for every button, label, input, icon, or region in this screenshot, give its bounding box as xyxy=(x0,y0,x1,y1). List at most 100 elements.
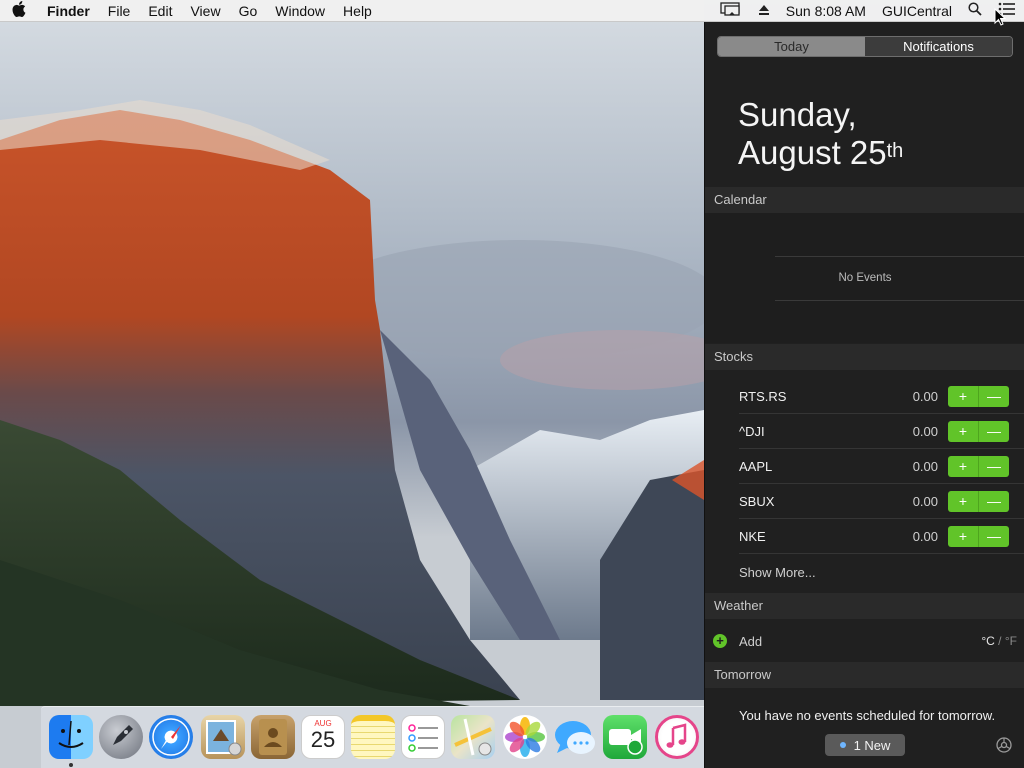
stock-value: 0.00 xyxy=(912,388,938,404)
calendar-no-events: No Events xyxy=(838,272,892,284)
weather-add-row: + Add °C / °F xyxy=(713,631,1017,651)
dock-mail-icon[interactable] xyxy=(201,715,245,759)
stock-plus-sign: + xyxy=(958,527,968,544)
rocket-icon xyxy=(113,725,133,745)
weather-units-toggle[interactable]: °C / °F xyxy=(981,634,1017,648)
tab-today[interactable]: Today xyxy=(718,37,865,56)
menubar-user[interactable]: GUICentral xyxy=(874,0,960,22)
app-menu-finder[interactable]: Finder xyxy=(38,0,99,22)
stock-value: 0.00 xyxy=(912,493,938,509)
gear-icon[interactable] xyxy=(995,736,1013,754)
dock-safari-icon[interactable] xyxy=(149,715,193,759)
date-weekday: Sunday, xyxy=(738,96,857,133)
stock-value: 0.00 xyxy=(912,423,938,439)
apple-logo-icon xyxy=(12,0,26,17)
stock-minus-sign: — xyxy=(987,492,1001,509)
finder-running-indicator xyxy=(69,763,73,767)
dock-maps-icon[interactable] xyxy=(451,715,495,759)
stock-value: 0.00 xyxy=(912,528,938,544)
unit-separator: / xyxy=(994,634,1005,648)
new-indicator-dot xyxy=(839,742,846,748)
dock-messages-icon[interactable] xyxy=(553,715,597,759)
notification-center-panel: Today Notifications Sunday, August 25th … xyxy=(704,22,1024,768)
stock-symbol: NKE xyxy=(739,528,766,544)
status-area: Sun 8:08 AM GUICentral xyxy=(712,0,1024,22)
eject-button[interactable] xyxy=(750,0,778,22)
calendar-divider xyxy=(775,300,1024,301)
date-ordinal-suffix: th xyxy=(886,140,904,162)
menu-bar: Finder File Edit View Go Window Help Sun… xyxy=(0,0,1024,22)
eject-icon xyxy=(758,4,769,15)
stock-minus-sign: — xyxy=(987,387,1001,404)
mouse-cursor-icon xyxy=(994,8,1006,26)
dock-itunes-icon[interactable] xyxy=(655,715,699,759)
stamp-eagle-icon xyxy=(206,720,242,756)
dock-facetime-icon[interactable] xyxy=(603,715,647,759)
airplay-display-icon xyxy=(720,1,740,16)
new-widgets-button[interactable]: 1 New xyxy=(825,734,905,756)
stock-plus-sign: + xyxy=(958,492,968,509)
menu-window[interactable]: Window xyxy=(266,0,334,22)
dock-finder-icon[interactable] xyxy=(49,715,93,759)
search-icon xyxy=(968,1,982,16)
dock-photos-icon[interactable] xyxy=(503,715,547,759)
tab-notifications[interactable]: Notifications xyxy=(865,37,1012,56)
stock-row[interactable]: SBUX 0.00 + — xyxy=(739,484,1024,519)
unit-fahrenheit[interactable]: °F xyxy=(1005,634,1017,648)
photos-flower-icon xyxy=(505,717,545,757)
stock-change-badge[interactable]: + — xyxy=(948,385,1009,407)
menu-file[interactable]: File xyxy=(99,0,140,22)
menu-go[interactable]: Go xyxy=(230,0,267,22)
checklist-icon xyxy=(408,724,438,752)
finder-face-icon xyxy=(58,720,84,748)
stock-symbol: ^DJI xyxy=(739,423,765,439)
stocks-widget-header[interactable]: Stocks xyxy=(705,344,1024,370)
stock-change-badge[interactable]: + — xyxy=(948,420,1009,442)
stock-row[interactable]: RTS.RS 0.00 + — xyxy=(739,379,1024,414)
music-note-icon xyxy=(666,723,687,748)
weather-widget-header[interactable]: Weather xyxy=(705,593,1024,619)
tomorrow-widget-header[interactable]: Tomorrow xyxy=(705,662,1024,688)
date-month-day: August 25th xyxy=(738,134,903,172)
menu-view[interactable]: View xyxy=(181,0,229,22)
stock-minus-sign: — xyxy=(987,422,1001,439)
menu-edit[interactable]: Edit xyxy=(139,0,181,22)
spotlight-button[interactable] xyxy=(960,0,990,22)
dock-launchpad-icon[interactable] xyxy=(99,715,143,759)
dock-calendar-icon[interactable]: AUG 25 xyxy=(301,715,345,759)
stock-symbol: SBUX xyxy=(739,493,775,509)
menu-help[interactable]: Help xyxy=(334,0,381,22)
menubar-clock[interactable]: Sun 8:08 AM xyxy=(778,0,874,22)
weather-add-label[interactable]: Add xyxy=(739,634,762,649)
stocks-show-more-link[interactable]: Show More... xyxy=(739,565,816,580)
video-camera-icon xyxy=(609,729,643,755)
chat-bubble-icon xyxy=(555,721,595,754)
stock-minus-sign: — xyxy=(987,527,1001,544)
calendar-divider xyxy=(775,256,1024,257)
stock-plus-sign: + xyxy=(958,422,968,439)
stock-change-badge[interactable]: + — xyxy=(948,525,1009,547)
dock: AUG 25 xyxy=(41,706,704,768)
stock-minus-sign: — xyxy=(987,457,1001,474)
today-date-heading: Sunday, August 25th xyxy=(738,96,903,172)
date-month-day-text: August 25 xyxy=(738,134,887,171)
apple-menu-button[interactable] xyxy=(0,0,38,21)
dock-contacts-icon[interactable] xyxy=(251,715,295,759)
notification-center-footer: 1 New xyxy=(705,722,1024,768)
dock-reminders-icon[interactable] xyxy=(401,715,445,759)
stock-symbol: RTS.RS xyxy=(739,388,787,404)
stock-row[interactable]: AAPL 0.00 + — xyxy=(739,449,1024,484)
stock-change-badge[interactable]: + — xyxy=(948,490,1009,512)
unit-celsius[interactable]: °C xyxy=(981,634,994,648)
map-icon xyxy=(454,718,492,756)
airplay-display-button[interactable] xyxy=(712,0,750,22)
stock-row[interactable]: NKE 0.00 + — xyxy=(739,519,1024,554)
stock-row[interactable]: ^DJI 0.00 + — xyxy=(739,414,1024,449)
stock-change-badge[interactable]: + — xyxy=(948,455,1009,477)
stock-plus-sign: + xyxy=(958,387,968,404)
weather-add-plus-icon[interactable]: + xyxy=(713,634,727,648)
stock-value: 0.00 xyxy=(912,458,938,474)
calendar-widget-header[interactable]: Calendar xyxy=(705,187,1024,213)
dock-notes-icon[interactable] xyxy=(351,715,395,759)
contact-book-icon xyxy=(259,719,287,755)
